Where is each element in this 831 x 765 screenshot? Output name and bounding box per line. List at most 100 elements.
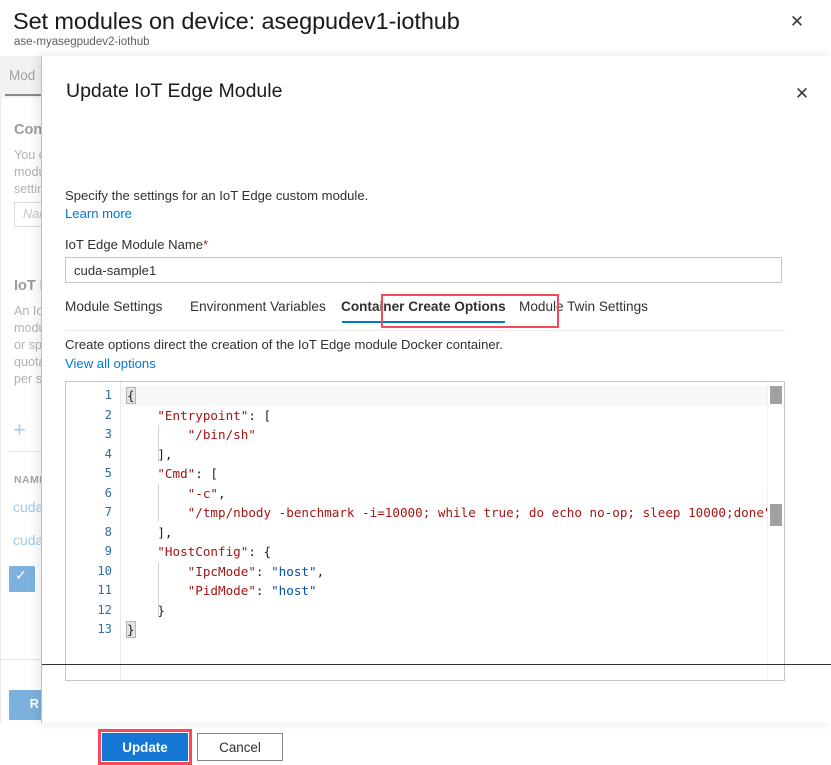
background-heading-container: Cont bbox=[14, 122, 41, 138]
code-token: "host" bbox=[271, 563, 317, 579]
code-token: : [ bbox=[195, 466, 219, 481]
background-name-placeholder: Nam bbox=[23, 207, 41, 221]
tab-module-settings[interactable]: Module Settings bbox=[65, 299, 162, 323]
code-token: } bbox=[127, 602, 165, 618]
code-token: "Entrypoint" bbox=[157, 407, 249, 423]
background-text: per se bbox=[14, 372, 41, 386]
checkmark-glyph: ✓ bbox=[15, 567, 27, 583]
view-all-options-link[interactable]: View all options bbox=[65, 356, 156, 371]
background-left-strip: Mod Cont You ca modu setting NAME Nam Io… bbox=[0, 56, 41, 723]
dialog-title: Update IoT Edge Module bbox=[66, 80, 283, 102]
background-tab-modules[interactable]: Mod bbox=[9, 68, 35, 83]
editor-code-line: "PidMode": "host" bbox=[121, 581, 317, 601]
editor-line-number: 1 bbox=[104, 388, 112, 402]
tab-bar: Module Settings Environment Variables Co… bbox=[65, 299, 785, 331]
code-token: , bbox=[316, 563, 325, 579]
editor-code-line: { bbox=[121, 386, 767, 406]
page-title: Set modules on device: asegpudev1-iothub bbox=[13, 8, 460, 34]
learn-more-link[interactable]: Learn more bbox=[65, 206, 132, 221]
background-text: setting bbox=[14, 182, 41, 196]
editor-indent-guide bbox=[158, 425, 159, 462]
editor-code-line: ], bbox=[121, 523, 172, 543]
editor-line-number: 3 bbox=[104, 427, 112, 441]
code-token: } bbox=[126, 621, 136, 638]
editor-line-number: 11 bbox=[97, 583, 112, 597]
background-footer-button[interactable]: R bbox=[9, 690, 41, 720]
code-token: "PidMode" bbox=[187, 583, 256, 598]
footer-divider bbox=[42, 664, 831, 665]
tab-bar-divider bbox=[65, 330, 785, 331]
create-options-description: Create options direct the creation of th… bbox=[65, 337, 503, 352]
code-token: "/bin/sh" bbox=[187, 427, 256, 442]
tab-module-twin-settings[interactable]: Module Twin Settings bbox=[519, 299, 648, 323]
dialog-description: Specify the settings for an IoT Edge cus… bbox=[65, 188, 369, 203]
background-text: quota bbox=[14, 355, 41, 369]
scrollbar-marker[interactable] bbox=[770, 386, 782, 404]
list-item[interactable]: cuda- bbox=[13, 499, 41, 515]
tab-container-create-options[interactable]: Container Create Options bbox=[341, 299, 506, 323]
code-token: ], bbox=[127, 446, 173, 462]
code-token: , bbox=[218, 485, 226, 501]
editor-line-number: 10 bbox=[97, 563, 112, 578]
editor-code-line: ], bbox=[121, 445, 173, 465]
background-divider bbox=[9, 451, 41, 452]
background-text: An IoT bbox=[14, 304, 41, 318]
editor-code-line: "Cmd": [ bbox=[121, 464, 218, 484]
editor-line-number: 4 bbox=[104, 446, 112, 461]
update-button[interactable]: Update bbox=[102, 733, 188, 761]
editor-line-number: 13 bbox=[97, 622, 112, 636]
background-list-column-header: NAME bbox=[14, 474, 41, 486]
editor-code-line: "HostConfig": { bbox=[121, 542, 271, 562]
background-name-input[interactable]: Nam bbox=[14, 202, 41, 227]
code-token: : { bbox=[248, 544, 272, 559]
editor-line-number: 12 bbox=[97, 602, 112, 617]
background-footer-divider bbox=[1, 659, 41, 660]
editor-code-line: "IpcMode": "host", bbox=[121, 562, 325, 582]
editor-line-number: 2 bbox=[104, 407, 112, 422]
editor-line-number: 7 bbox=[104, 505, 112, 519]
background-content: Cont You ca modu setting NAME Nam IoT E … bbox=[0, 98, 41, 723]
editor-line-number: 9 bbox=[104, 544, 112, 558]
editor-code-line: "/bin/sh" bbox=[121, 425, 256, 445]
editor-indent-guide bbox=[158, 561, 159, 618]
tab-environment-variables[interactable]: Environment Variables bbox=[190, 299, 326, 323]
module-name-label-text: IoT Edge Module Name bbox=[65, 237, 204, 252]
list-item[interactable]: cuda- bbox=[13, 532, 41, 548]
code-token: "/tmp/nbody -benchmark -i=10000; while t… bbox=[187, 505, 767, 520]
container-create-options-editor[interactable]: 1 2 3 4 5 6 7 8 9 10 11 12 13 { "Entrypoint": [ "/bi… bbox=[65, 381, 785, 681]
code-token: "-c" bbox=[187, 485, 219, 501]
code-token: "Cmd" bbox=[157, 466, 196, 481]
editor-line-number: 8 bbox=[104, 524, 112, 539]
plus-icon[interactable]: + bbox=[13, 419, 26, 441]
editor-code-line: "-c", bbox=[121, 484, 226, 504]
editor-code-area[interactable]: { "Entrypoint": [ "/bin/sh" ], "Cmd": [ … bbox=[121, 382, 767, 680]
editor-scrollbar[interactable] bbox=[767, 382, 784, 680]
background-text: modu bbox=[14, 321, 41, 335]
cancel-button[interactable]: Cancel bbox=[197, 733, 283, 761]
background-text: modu bbox=[14, 165, 41, 179]
background-tab-underline bbox=[5, 94, 41, 96]
editor-line-number: 5 bbox=[104, 466, 112, 480]
code-token: : bbox=[255, 583, 272, 598]
background-tabbar: Mod bbox=[0, 56, 41, 98]
code-token: : bbox=[255, 563, 272, 579]
editor-code-line: "Entrypoint": [ bbox=[121, 406, 271, 426]
code-token: "IpcMode" bbox=[187, 563, 256, 579]
code-token: : [ bbox=[248, 407, 272, 423]
background-text: or spe bbox=[14, 338, 41, 352]
module-name-label: IoT Edge Module Name* bbox=[65, 237, 208, 252]
editor-gutter: 1 2 3 4 5 6 7 8 9 10 11 12 13 bbox=[66, 382, 121, 680]
close-icon[interactable]: ✕ bbox=[791, 83, 813, 105]
module-name-input[interactable] bbox=[65, 257, 782, 283]
editor-code-line: } bbox=[121, 620, 136, 640]
close-icon[interactable]: ✕ bbox=[786, 11, 808, 33]
page-subtitle: ase-myasegpudev2-iothub bbox=[14, 36, 150, 48]
scrollbar-marker[interactable] bbox=[770, 504, 782, 526]
checkmark-icon[interactable]: ✓ bbox=[9, 566, 35, 592]
background-text: You ca bbox=[14, 148, 41, 162]
code-token: { bbox=[126, 387, 136, 404]
required-marker: * bbox=[203, 237, 209, 252]
